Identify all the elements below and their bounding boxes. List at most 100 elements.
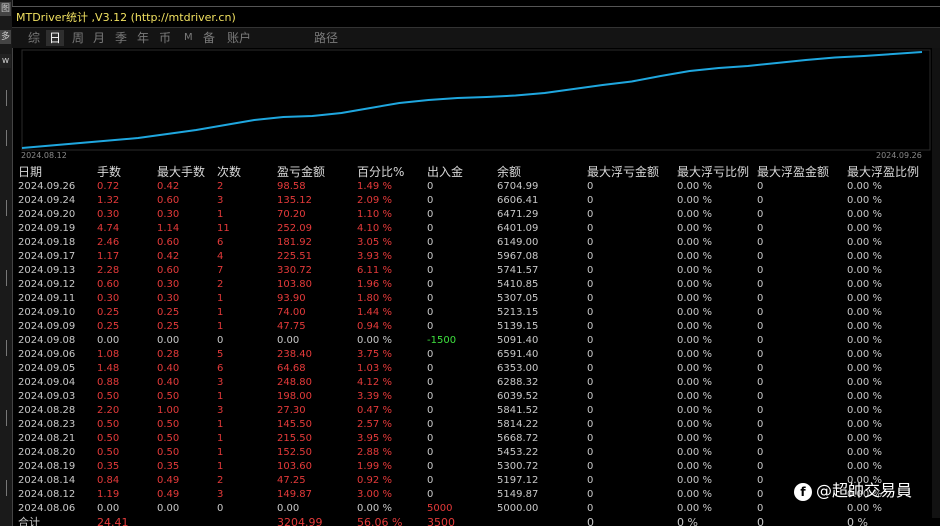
table-row[interactable]: 2024.09.10 0.25 0.25 1 74.00 1.44 % 0 5213.15 0 0… xyxy=(12,306,932,320)
cell-col-max-float-loss: 0 xyxy=(587,223,594,234)
cell-col-max-float-profit: 0 xyxy=(757,223,764,234)
table-row[interactable]: 2024.09.11 0.30 0.30 1 93.90 1.80 % 0 5307.05 0 0… xyxy=(12,292,932,306)
header-col-lots[interactable]: 手数 xyxy=(97,164,121,180)
table-row[interactable]: 2024.09.13 2.28 0.60 7 330.72 6.11 % 0 5741.57 0… xyxy=(12,264,932,278)
cell-col-pnl: 248.80 xyxy=(277,377,312,388)
cell-col-pnl: 47.75 xyxy=(277,321,306,332)
total-col-date: 合计 xyxy=(18,516,40,526)
cell-col-count: 3 xyxy=(217,405,224,416)
cell-col-max-float-profit-pct: 0.00 % xyxy=(847,265,882,276)
cell-col-deposit: 0 xyxy=(427,265,434,276)
table-row[interactable]: 2024.08.20 0.50 0.50 1 152.50 2.88 % 0 5453.22 0… xyxy=(12,446,932,460)
table-row[interactable]: 2024.08.06 0.00 0.00 0 0.00 0.00 % 5000 5000.00… xyxy=(12,502,932,516)
cell-col-max-float-loss-pct: 0.00 % xyxy=(677,405,712,416)
cell-col-pnl: 181.92 xyxy=(277,237,312,248)
table-row[interactable]: 2024.09.08 0.00 0.00 0 0.00 0.00 % -1500 5091.4… xyxy=(12,334,932,348)
side-button-chart[interactable]: 图 xyxy=(0,2,11,16)
cell-col-max-lots: 0.28 xyxy=(157,349,180,360)
header-col-max-float-loss[interactable]: 最大浮亏金额 xyxy=(587,164,659,180)
cell-col-count: 4 xyxy=(217,251,224,262)
table-row[interactable]: 2024.09.26 0.72 0.42 2 98.58 1.49 % 0 6704.99 0 0… xyxy=(12,180,932,194)
header-col-pnl[interactable]: 盈亏金额 xyxy=(277,164,325,180)
cell-col-percent: 3.05 % xyxy=(357,237,392,248)
cell-col-deposit: 0 xyxy=(427,279,434,290)
table-row[interactable]: 2024.09.24 1.32 0.60 3 135.12 2.09 % 0 6606.41 0… xyxy=(12,194,932,208)
tab-day[interactable]: 日 xyxy=(46,30,65,46)
cell-col-max-float-profit-pct: 0.00 % xyxy=(847,419,882,430)
cell-col-pnl: 145.50 xyxy=(277,419,312,430)
table-row[interactable]: 2024.09.09 0.25 0.25 1 47.75 0.94 % 0 5139.15 0 0… xyxy=(12,320,932,334)
tab-note[interactable]: 备 xyxy=(203,30,215,46)
header-col-deposit[interactable]: 出入金 xyxy=(427,164,463,180)
table-row[interactable]: 2024.09.12 0.60 0.30 2 103.80 1.96 % 0 5410.85 0… xyxy=(12,278,932,292)
header-col-balance[interactable]: 余额 xyxy=(497,164,521,180)
header-col-date[interactable]: 日期 xyxy=(18,164,42,180)
side-tick xyxy=(6,480,7,496)
cell-col-max-float-loss-pct: 0.00 % xyxy=(677,265,712,276)
cell-col-deposit: 5000 xyxy=(427,503,453,514)
table-row[interactable]: 2024.09.05 1.48 0.40 6 64.68 1.03 % 0 6353.00 0 0… xyxy=(12,362,932,376)
cell-col-lots: 0.50 xyxy=(97,447,120,458)
cell-col-date: 2024.09.08 xyxy=(18,335,76,346)
cell-col-max-float-loss-pct: 0.00 % xyxy=(677,209,712,220)
side-button-w[interactable]: w xyxy=(0,54,11,68)
cell-col-balance: 5091.40 xyxy=(497,335,539,346)
table-row[interactable]: 2024.08.28 2.20 1.00 3 27.30 0.47 % 0 5841.52 0 0… xyxy=(12,404,932,418)
cell-col-date: 2024.08.19 xyxy=(18,461,76,472)
cell-col-max-float-profit: 0 xyxy=(757,195,764,206)
cell-col-max-float-loss: 0 xyxy=(587,279,594,290)
cell-col-count: 6 xyxy=(217,363,224,374)
tab-currency[interactable]: 币 xyxy=(159,30,171,46)
table-row[interactable]: 2024.08.19 0.35 0.35 1 103.60 1.99 % 0 5300.72 0… xyxy=(12,460,932,474)
cell-col-count: 11 xyxy=(217,223,230,234)
cell-col-max-float-profit-pct: 0.00 % xyxy=(847,433,882,444)
table-row[interactable]: 2024.09.20 0.30 0.30 1 70.20 1.10 % 0 6471.29 0 0… xyxy=(12,208,932,222)
tab-month[interactable]: 月 xyxy=(93,30,105,46)
cell-col-max-float-profit: 0 xyxy=(757,475,764,486)
table-row[interactable]: 2024.09.17 1.17 0.42 4 225.51 3.93 % 0 5967.08 0… xyxy=(12,250,932,264)
chart-start-date: 2024.08.12 xyxy=(21,151,67,160)
header-col-max-lots[interactable]: 最大手数 xyxy=(157,164,205,180)
table-row[interactable]: 2024.08.21 0.50 0.50 1 215.50 3.95 % 0 5668.72 0… xyxy=(12,432,932,446)
cell-col-date: 2024.09.18 xyxy=(18,237,76,248)
side-button-multi[interactable]: 多 xyxy=(0,30,11,44)
table-row[interactable]: 2024.08.23 0.50 0.50 1 145.50 2.57 % 0 5814.22 0… xyxy=(12,418,932,432)
cell-col-deposit: 0 xyxy=(427,419,434,430)
cell-col-lots: 0.88 xyxy=(97,377,120,388)
tab-year[interactable]: 年 xyxy=(137,30,149,46)
stats-table: 日期 手数 最大手数 次数 盈亏金额 百分比% 出入金 余额 最大浮亏金额 最大浮亏比例 最大浮盈金… xyxy=(12,164,932,526)
cell-col-count: 1 xyxy=(217,461,224,472)
table-row[interactable]: 2024.09.18 2.46 0.60 6 181.92 3.05 % 0 6149.00 0… xyxy=(12,236,932,250)
cell-col-lots: 1.08 xyxy=(97,349,120,360)
table-row[interactable]: 2024.09.06 1.08 0.28 5 238.40 3.75 % 0 6591.40 0… xyxy=(12,348,932,362)
cell-col-date: 2024.09.05 xyxy=(18,363,76,374)
header-col-max-float-loss-pct[interactable]: 最大浮亏比例 xyxy=(677,164,749,180)
tab-week[interactable]: 周 xyxy=(72,30,84,46)
cell-col-date: 2024.08.06 xyxy=(18,503,76,514)
chart-end-date: 2024.09.26 xyxy=(876,151,922,160)
cell-col-count: 3 xyxy=(217,195,224,206)
cell-col-pnl: 238.40 xyxy=(277,349,312,360)
tab-summary[interactable]: 综 xyxy=(28,30,40,46)
cell-col-pnl: 0.00 xyxy=(277,335,300,346)
cell-col-max-float-profit: 0 xyxy=(757,503,764,514)
cell-col-count: 0 xyxy=(217,335,224,346)
tab-account[interactable]: 账户 xyxy=(227,30,251,46)
table-row[interactable]: 2024.09.03 0.50 0.50 1 198.00 3.39 % 0 6039.52 0… xyxy=(12,390,932,404)
header-col-max-float-profit-pct[interactable]: 最大浮盈比例 xyxy=(847,164,919,180)
tab-path[interactable]: 路径 xyxy=(314,30,338,46)
right-scrollbar[interactable] xyxy=(932,48,940,518)
cell-col-deposit: 0 xyxy=(427,433,434,444)
header-col-count[interactable]: 次数 xyxy=(217,164,241,180)
table-row[interactable]: 2024.09.04 0.88 0.40 3 248.80 4.12 % 0 6288.32 0… xyxy=(12,376,932,390)
cell-col-lots: 2.20 xyxy=(97,405,120,416)
cell-col-pnl: 47.25 xyxy=(277,475,306,486)
cell-col-deposit: 0 xyxy=(427,405,434,416)
tab-quarter[interactable]: 季 xyxy=(115,30,127,46)
table-row[interactable]: 2024.09.19 4.74 1.14 11 252.09 4.10 % 0 6401.09… xyxy=(12,222,932,236)
header-col-max-float-profit[interactable]: 最大浮盈金额 xyxy=(757,164,829,180)
header-col-percent[interactable]: 百分比% xyxy=(357,164,404,180)
tab-m[interactable]: M xyxy=(184,30,193,46)
cell-col-percent: 0.92 % xyxy=(357,475,392,486)
cell-col-date: 2024.09.24 xyxy=(18,195,76,206)
